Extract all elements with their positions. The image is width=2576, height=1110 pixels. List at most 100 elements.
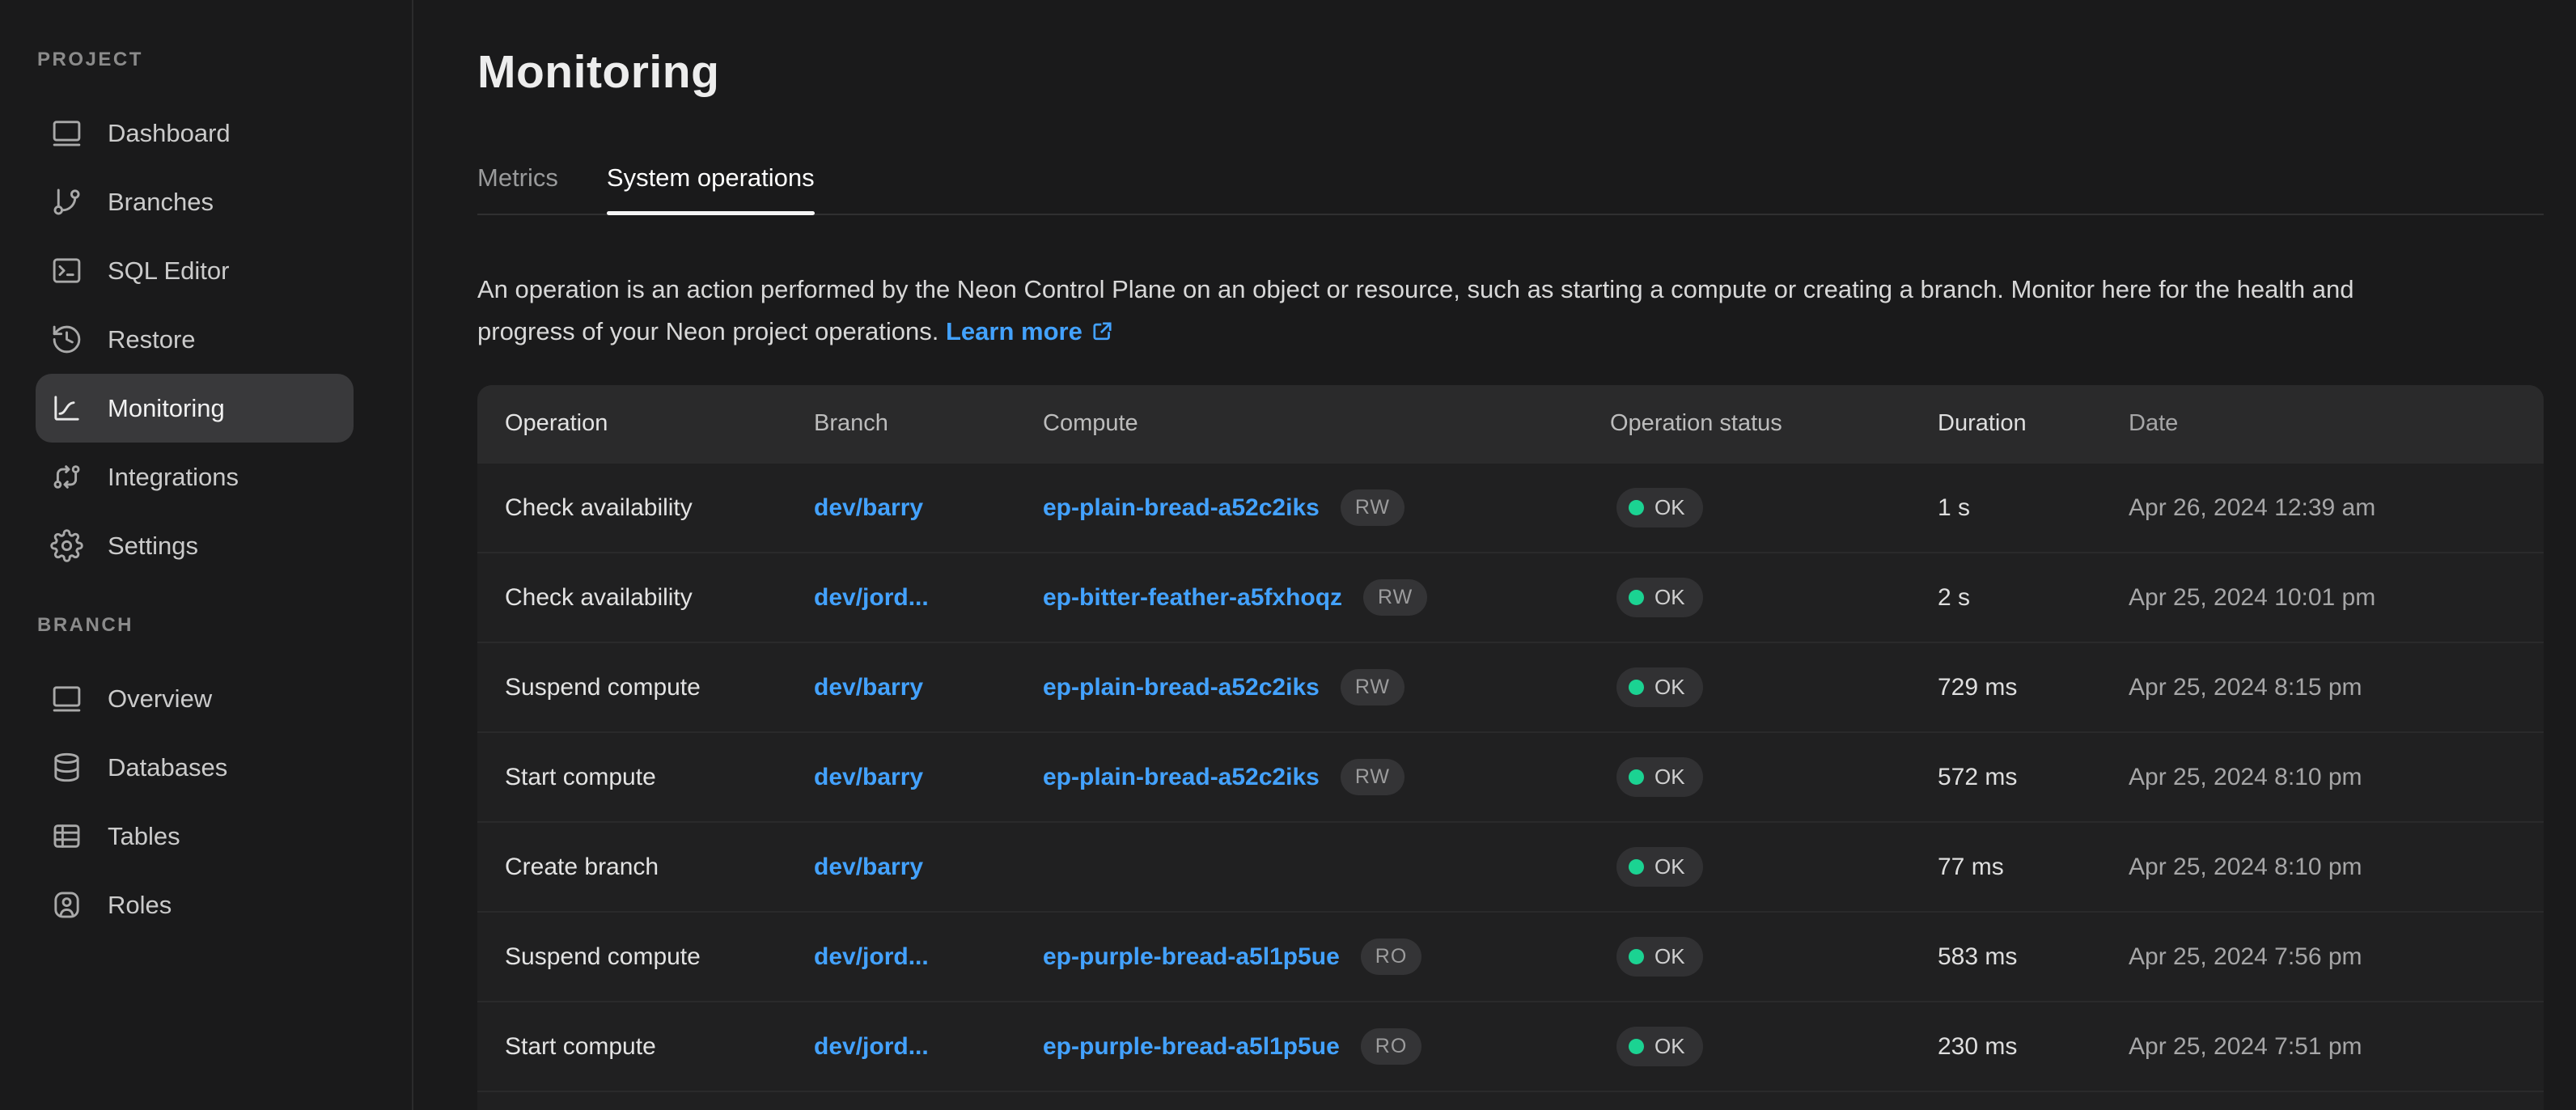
sidebar-item-label: Settings <box>108 532 198 561</box>
duration-cell: 583 ms <box>1938 943 2129 971</box>
status-ok-dot-icon <box>1629 1039 1644 1054</box>
sidebar-item-tables[interactable]: Tables <box>36 802 354 871</box>
sidebar-item-label: Monitoring <box>108 394 225 423</box>
operation-cell: Suspend compute <box>477 674 814 701</box>
status-label: OK <box>1654 1034 1685 1059</box>
description-text: An operation is an action performed by t… <box>477 275 2354 345</box>
operation-cell: Create branch <box>477 854 814 881</box>
sidebar-item-integrations[interactable]: Integrations <box>36 443 354 511</box>
operations-table: Operation Branch Compute Operation statu… <box>477 385 2544 1110</box>
date-cell: Apr 25, 2024 7:56 pm <box>2129 943 2544 971</box>
compute-mode-badge: RW <box>1341 759 1405 795</box>
sidebar-item-overview[interactable]: Overview <box>36 664 354 733</box>
date-cell: Apr 25, 2024 7:51 pm <box>2129 1033 2544 1061</box>
status-badge: OK <box>1616 1027 1703 1066</box>
duration-cell: 1 s <box>1938 494 2129 522</box>
table-row: Suspend compute dev/barry ep-plain-bread… <box>477 642 2544 731</box>
integrations-icon <box>50 460 83 494</box>
column-header-date: Date <box>2129 410 2544 437</box>
compute-link[interactable]: ep-plain-bread-a52c2iks <box>1043 764 1320 791</box>
sidebar-item-branches[interactable]: Branches <box>36 167 354 236</box>
sidebar-item-label: Branches <box>108 188 214 217</box>
table-row: Create branch dev/barry OK 77 ms Apr 25,… <box>477 821 2544 911</box>
external-link-icon <box>1090 319 1115 344</box>
learn-more-link[interactable]: Learn more <box>946 317 1115 345</box>
roles-icon <box>50 888 83 921</box>
compute-link[interactable]: ep-purple-bread-a5l1p5ue <box>1043 1033 1340 1061</box>
branches-icon <box>50 185 83 218</box>
status-badge: OK <box>1616 937 1703 977</box>
sidebar-item-label: Databases <box>108 753 227 782</box>
compute-link[interactable]: ep-plain-bread-a52c2iks <box>1043 494 1320 522</box>
branch-link[interactable]: dev/barry <box>814 764 923 790</box>
column-header-operation: Operation <box>477 410 814 437</box>
dashboard-icon <box>50 117 83 150</box>
sidebar-item-label: SQL Editor <box>108 256 229 286</box>
branch-link[interactable]: dev/jord... <box>814 943 929 970</box>
status-ok-dot-icon <box>1629 680 1644 695</box>
status-badge: OK <box>1616 757 1703 797</box>
page-title: Monitoring <box>477 45 2576 99</box>
branch-link[interactable]: dev/jord... <box>814 584 929 611</box>
compute-link[interactable]: ep-plain-bread-a52c2iks <box>1043 674 1320 701</box>
operation-cell: Suspend compute <box>477 943 814 971</box>
sidebar-item-label: Dashboard <box>108 119 231 148</box>
compute-link[interactable]: ep-bitter-feather-a5fxhoqz <box>1043 584 1342 612</box>
compute-mode-badge: RO <box>1361 938 1422 975</box>
table-row: Check availability dev/barry ep-plain-br… <box>477 462 2544 552</box>
sidebar-item-restore[interactable]: Restore <box>36 305 354 374</box>
status-badge: OK <box>1616 488 1703 527</box>
duration-cell: 77 ms <box>1938 854 2129 881</box>
date-cell: Apr 25, 2024 8:15 pm <box>2129 674 2544 701</box>
table-row <box>477 1091 2544 1110</box>
table-row: Start compute dev/barry ep-plain-bread-a… <box>477 731 2544 821</box>
sidebar: PROJECT Dashboard Branches SQL Editor Re… <box>0 0 413 1110</box>
sidebar-item-label: Roles <box>108 891 172 920</box>
duration-cell: 729 ms <box>1938 674 2129 701</box>
branch-link[interactable]: dev/barry <box>814 674 923 701</box>
sidebar-item-label: Restore <box>108 325 196 354</box>
sidebar-section-label-project: PROJECT <box>37 49 412 71</box>
compute-link[interactable]: ep-purple-bread-a5l1p5ue <box>1043 943 1340 971</box>
table-row: Suspend compute dev/jord... ep-purple-br… <box>477 911 2544 1001</box>
status-label: OK <box>1654 585 1685 610</box>
sidebar-item-monitoring[interactable]: Monitoring <box>36 374 354 443</box>
overview-icon <box>50 682 83 715</box>
status-label: OK <box>1654 944 1685 969</box>
operation-cell: Check availability <box>477 494 814 522</box>
sidebar-item-label: Tables <box>108 822 180 851</box>
compute-mode-badge: RW <box>1341 489 1405 526</box>
sidebar-item-label: Integrations <box>108 463 239 492</box>
tab-bar: Metrics System operations <box>477 163 2544 215</box>
tab-metrics[interactable]: Metrics <box>477 163 558 214</box>
sidebar-item-databases[interactable]: Databases <box>36 733 354 802</box>
column-header-duration: Duration <box>1938 410 2129 437</box>
date-cell: Apr 25, 2024 8:10 pm <box>2129 854 2544 881</box>
table-row: Start compute dev/jord... ep-purple-brea… <box>477 1001 2544 1091</box>
column-header-compute: Compute <box>1043 410 1610 437</box>
status-ok-dot-icon <box>1629 590 1644 605</box>
status-label: OK <box>1654 854 1685 879</box>
databases-icon <box>50 751 83 784</box>
status-ok-dot-icon <box>1629 769 1644 785</box>
sidebar-item-sql-editor[interactable]: SQL Editor <box>36 236 354 305</box>
tab-system-operations[interactable]: System operations <box>607 163 815 214</box>
settings-icon <box>50 529 83 562</box>
status-label: OK <box>1654 495 1685 520</box>
tables-icon <box>50 820 83 853</box>
branch-link[interactable]: dev/barry <box>814 494 923 521</box>
status-badge: OK <box>1616 847 1703 887</box>
sidebar-section-label-branch: BRANCH <box>37 614 412 637</box>
sidebar-item-label: Overview <box>108 684 212 714</box>
branch-link[interactable]: dev/jord... <box>814 1033 929 1060</box>
sidebar-item-roles[interactable]: Roles <box>36 871 354 939</box>
status-label: OK <box>1654 675 1685 700</box>
compute-mode-badge: RW <box>1363 579 1427 616</box>
branch-link[interactable]: dev/barry <box>814 854 923 880</box>
sidebar-item-settings[interactable]: Settings <box>36 511 354 580</box>
sidebar-item-dashboard[interactable]: Dashboard <box>36 99 354 167</box>
duration-cell: 2 s <box>1938 584 2129 612</box>
duration-cell: 230 ms <box>1938 1033 2129 1061</box>
operation-cell: Start compute <box>477 1033 814 1061</box>
restore-icon <box>50 323 83 356</box>
